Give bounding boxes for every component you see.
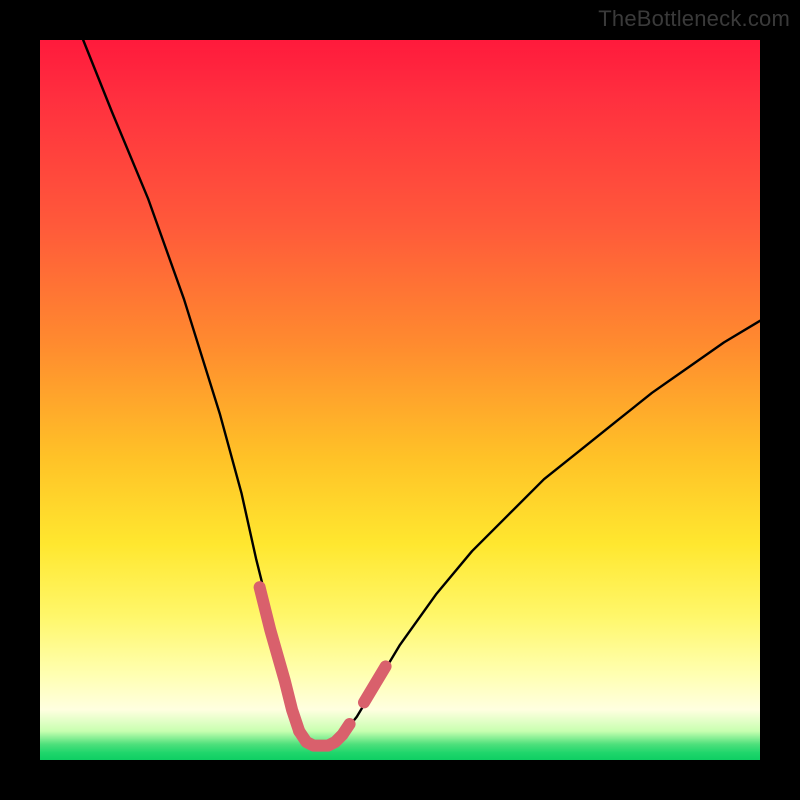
- chart-frame: TheBottleneck.com: [0, 0, 800, 800]
- bottleneck-curve-line: [83, 40, 760, 746]
- curve-svg: [40, 40, 760, 760]
- curve-highlight-segment: [364, 666, 386, 702]
- watermark-text: TheBottleneck.com: [598, 6, 790, 32]
- curve-highlight-segment: [299, 724, 349, 746]
- curve-highlight-segment: [260, 587, 300, 731]
- plot-gradient-area: [40, 40, 760, 760]
- curve-highlight-group: [260, 587, 386, 745]
